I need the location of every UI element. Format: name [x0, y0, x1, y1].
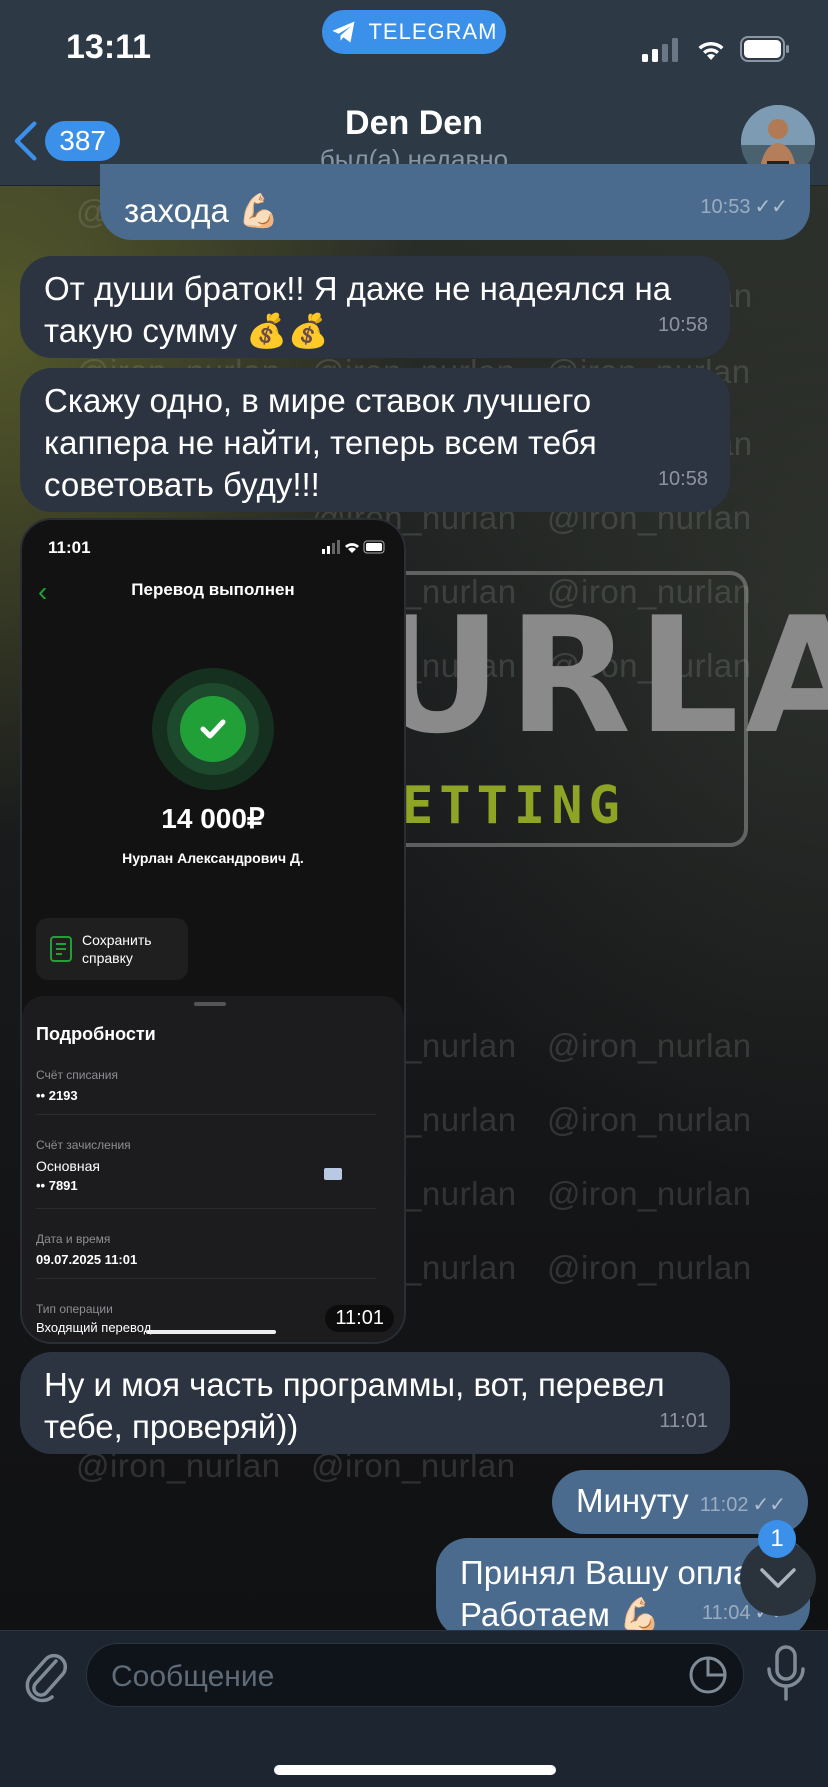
message-placeholder: Сообщение — [111, 1660, 275, 1693]
message-time: 11:01 — [659, 1410, 708, 1432]
message-text: Ну и моя часть программы, вот, перевел т… — [44, 1366, 665, 1445]
status-time: 13:11 — [66, 28, 152, 66]
checkmark-icon — [180, 696, 246, 762]
telegram-icon — [332, 21, 355, 43]
chat-header: 13:11 TELEGRAM 387 Den Den был(а) недавн… — [0, 0, 828, 186]
cellular-signal-icon — [642, 38, 678, 62]
checkmark-glyph — [200, 719, 226, 739]
message-bubble-incoming[interactable]: Ну и моя часть программы, вот, перевел т… — [20, 1352, 730, 1454]
card-icon — [324, 1168, 342, 1180]
shot-home-indicator — [146, 1330, 276, 1334]
sticker-icon[interactable] — [687, 1654, 729, 1696]
watermark-logo: URLAN — [372, 582, 828, 769]
home-indicator — [274, 1765, 556, 1775]
transfer-payee: Нурлан Александрович Д. — [122, 850, 304, 866]
message-text: От души браток!! Я даже не надеялся на т… — [44, 270, 672, 349]
message-bubble-outgoing[interactable]: захода 💪🏻 10:53 ✓✓ — [100, 164, 810, 240]
read-ticks-icon: ✓✓ — [752, 1494, 786, 1516]
wifi-icon — [698, 41, 724, 60]
details-title: Подробности — [36, 1024, 156, 1044]
divider — [36, 1208, 376, 1209]
message-time: 11:04 — [701, 1602, 751, 1624]
message-bubble-incoming[interactable]: От души браток!! Я даже не надеялся на т… — [20, 256, 730, 358]
message-time-wrap: 10:53 ✓✓ — [700, 186, 788, 228]
message-composer: Сообщение — [0, 1630, 828, 1787]
message-time: 10:58 — [657, 314, 708, 336]
datetime-value: 09.07.2025 11:01 — [36, 1252, 138, 1267]
credit-account-value: •• 7891 — [36, 1178, 78, 1193]
shot-status-time: 11:01 — [48, 538, 91, 557]
datetime-label: Дата и время — [36, 1232, 111, 1246]
operation-type-value: Входящий перевод — [36, 1320, 152, 1335]
paperclip-icon[interactable] — [22, 1647, 70, 1703]
transfer-amount: 14 000₽ — [161, 803, 265, 834]
message-time: 11:01 — [325, 1305, 394, 1332]
microphone-icon[interactable] — [764, 1645, 808, 1703]
document-icon — [50, 936, 72, 962]
message-time: 11:02 — [699, 1494, 749, 1516]
chevron-down-icon — [760, 1568, 796, 1588]
shot-title: Перевод выполнен — [131, 580, 295, 599]
message-time: 10:58 — [657, 468, 708, 490]
operation-type-label: Тип операции — [36, 1302, 113, 1316]
chat-title[interactable]: Den Den — [0, 104, 828, 143]
sheet-handle — [194, 1002, 226, 1006]
telegram-label: TELEGRAM — [368, 19, 498, 44]
credit-account-name: Основная — [36, 1158, 100, 1174]
message-text: Скажу одно, в мире ставок лучшего каппер… — [44, 382, 597, 503]
divider — [36, 1114, 376, 1115]
shot-status-icons-graphic — [322, 540, 385, 554]
watermark-logo-sub: ETTING — [402, 776, 626, 836]
read-ticks-icon: ✓✓ — [754, 196, 788, 218]
message-bubble-incoming[interactable]: Скажу одно, в мире ставок лучшего каппер… — [20, 368, 730, 512]
message-text: захода 💪🏻 — [124, 192, 280, 229]
unread-mentions-badge: 1 — [758, 1520, 796, 1558]
debit-account-label: Счёт списания — [36, 1068, 118, 1082]
details-sheet: Подробности Счёт списания •• 2193 Счёт з… — [22, 996, 404, 1342]
credit-account-label: Счёт зачисления — [36, 1138, 131, 1152]
shot-status-icons — [322, 540, 386, 557]
telegram-pill[interactable]: TELEGRAM — [322, 10, 506, 54]
debit-account-value: •• 2193 — [36, 1088, 78, 1103]
message-input[interactable]: Сообщение — [86, 1643, 744, 1707]
divider — [36, 1278, 376, 1279]
message-time: 10:53 — [700, 196, 751, 218]
message-text: Принял Вашу опла — [460, 1554, 752, 1591]
message-text: Минуту — [576, 1482, 689, 1519]
save-receipt-label: Сохранить справку — [82, 932, 152, 966]
photo-message[interactable]: 11:01 ‹ Перевод выполнен 14 000₽ Нурлан … — [20, 518, 406, 1344]
message-text: Работаем 💪🏻 — [460, 1596, 661, 1633]
battery-icon — [740, 36, 789, 62]
save-receipt-button: Сохранить справку — [36, 918, 188, 980]
